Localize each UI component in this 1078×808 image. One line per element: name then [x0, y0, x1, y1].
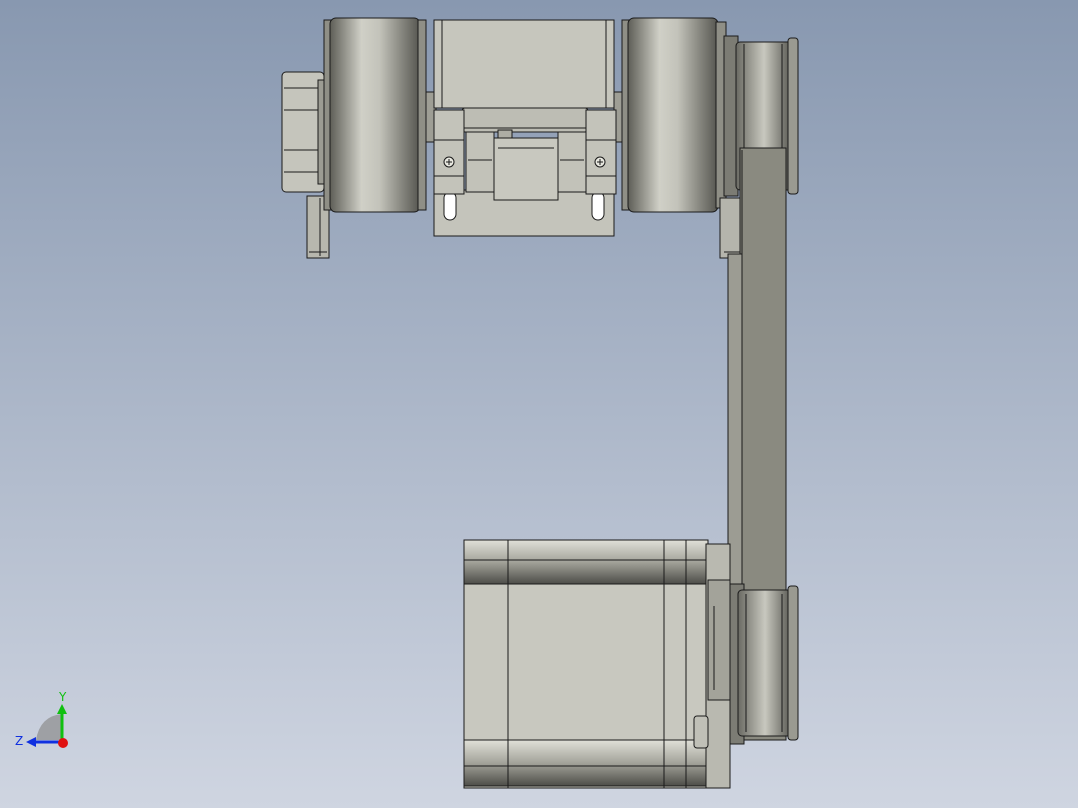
right-drum[interactable]	[627, 17, 719, 213]
left-clamp-block[interactable]	[433, 109, 465, 195]
z-axis-label: Z	[15, 734, 23, 748]
bottom-pulley[interactable]	[729, 583, 799, 745]
right-upper-bracket[interactable]	[719, 197, 743, 259]
slot-right	[591, 191, 605, 221]
cad-scene[interactable]: Y Z	[0, 0, 1078, 808]
gearbox-housing[interactable]	[433, 19, 615, 109]
stepper-motor[interactable]	[463, 539, 731, 789]
motor-top-band	[463, 539, 709, 585]
right-clamp-block[interactable]	[585, 109, 617, 195]
motor-bottom-band	[463, 739, 709, 787]
motor-connector[interactable]	[693, 715, 709, 749]
slot-left	[443, 191, 457, 221]
y-axis-label: Y	[58, 690, 67, 704]
left-drum[interactable]	[329, 17, 421, 213]
center-block[interactable]	[493, 137, 559, 201]
model-viewport[interactable]: Y Z	[0, 0, 1078, 808]
